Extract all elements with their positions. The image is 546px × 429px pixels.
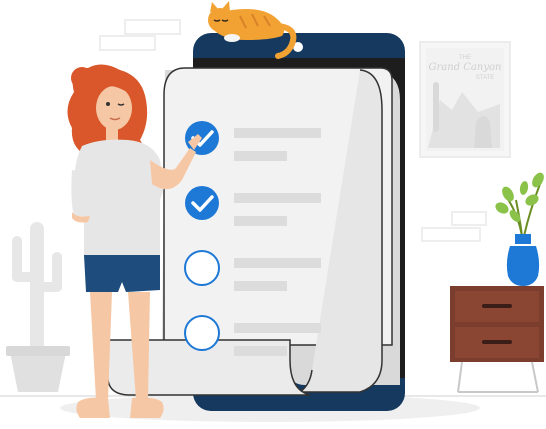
item-subline-placeholder <box>234 151 287 161</box>
poster-line3: STATE <box>476 75 494 81</box>
poster-line2: Grand Canyon <box>429 62 502 73</box>
grand-canyon-poster: THE Grand Canyon STATE <box>419 41 511 158</box>
nightstand <box>450 286 544 393</box>
item-line-placeholder <box>234 258 321 268</box>
item-line-placeholder <box>234 323 321 333</box>
illustration: THE Grand Canyon STATE <box>0 1 546 422</box>
item-line-placeholder <box>234 128 321 138</box>
poster-line1: THE <box>459 55 471 61</box>
item-subline-placeholder <box>234 281 287 291</box>
item-subline-placeholder <box>234 216 287 226</box>
cactus-plant <box>6 222 70 392</box>
item-line-placeholder <box>234 193 321 203</box>
unchecked-circle-icon[interactable] <box>184 315 220 351</box>
checked-circle-icon[interactable] <box>185 186 219 220</box>
item-subline-placeholder <box>234 346 287 356</box>
unchecked-circle-icon[interactable] <box>184 250 220 286</box>
vase-with-plant <box>495 172 544 286</box>
